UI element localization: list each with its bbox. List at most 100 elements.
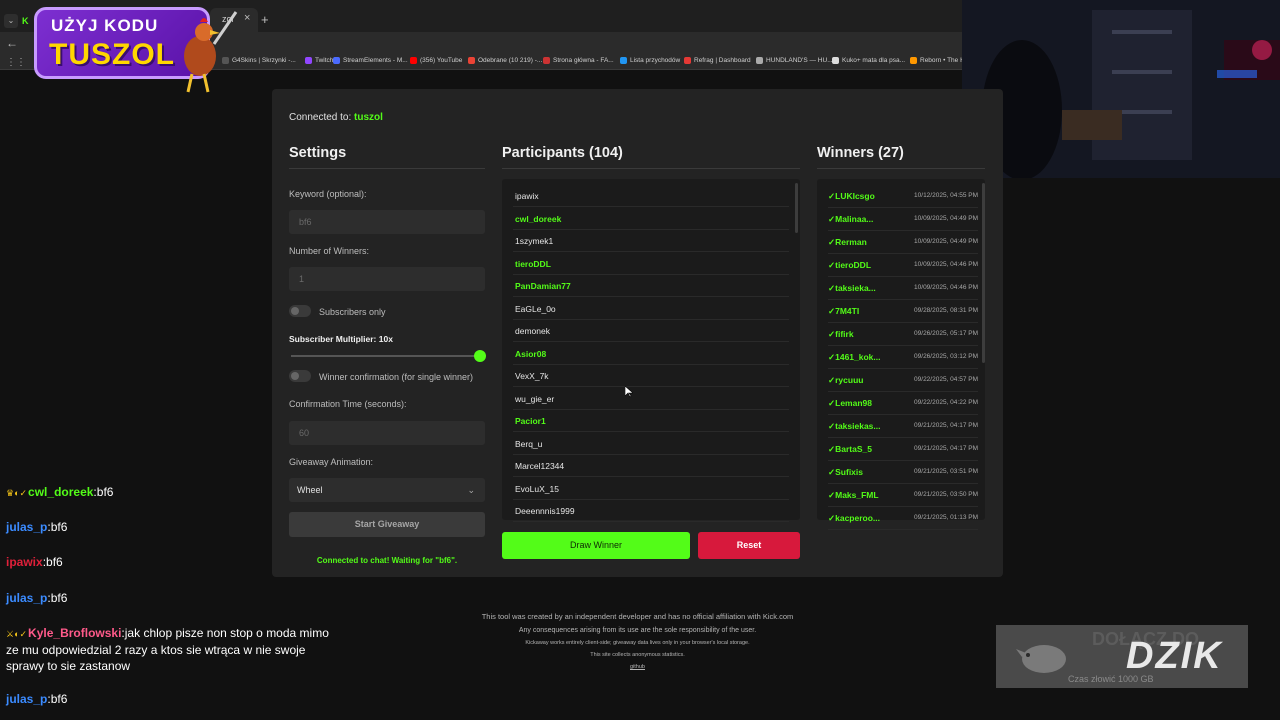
promo-line-1: UŻYJ KODU <box>51 16 159 35</box>
winner-date: 09/26/2025, 03:12 PM <box>914 353 978 360</box>
winner-date: 10/09/2025, 04:46 PM <box>914 284 978 291</box>
bookmark-item[interactable]: Strona główna - FA... <box>543 57 614 64</box>
chat-username[interactable]: julas_p <box>6 520 47 534</box>
chat-text: bf6 <box>46 555 63 569</box>
webcam-feed <box>962 0 1280 178</box>
participants-scrollbar[interactable] <box>795 183 798 233</box>
chat-message: ⚔◐✓Kyle_Broflowski:jak chlop pisze non s… <box>6 625 336 674</box>
bookmark-label: Refrag | Dashboard <box>694 57 751 64</box>
webcam-scene-image <box>962 0 1280 178</box>
new-tab-button[interactable]: + <box>261 12 269 27</box>
participants-title: Participants (104) <box>502 145 623 161</box>
participant-row[interactable]: tieroDDL <box>513 253 789 275</box>
reset-button[interactable]: Reset <box>698 532 800 559</box>
winner-row[interactable]: ✓Malinaa... 10/09/2025, 04:49 PM <box>828 208 978 231</box>
participant-row[interactable]: 1szymek1 <box>513 230 789 252</box>
winner-confirmation-toggle[interactable] <box>289 370 311 382</box>
winners-count-input[interactable]: 1 <box>289 267 485 291</box>
winner-name: ✓7M4TI <box>828 306 860 316</box>
participant-row[interactable]: Pacior1 <box>513 410 789 432</box>
bookmark-item[interactable]: StreamElements - M... <box>333 57 408 64</box>
bookmark-favicon-icon <box>410 57 417 64</box>
participant-row[interactable]: Deeennnis1999 <box>513 500 789 522</box>
participant-row[interactable]: Berq_u <box>513 433 789 455</box>
bookmark-item[interactable]: Kuko+ mata dla psa... <box>832 57 905 64</box>
winner-row[interactable]: ✓Rerman 10/09/2025, 04:49 PM <box>828 231 978 254</box>
bookmark-label: Kuko+ mata dla psa... <box>842 57 906 64</box>
chat-message: julas_p:bf6 <box>6 691 266 707</box>
multiplier-slider-thumb[interactable] <box>474 350 486 362</box>
winner-row[interactable]: ✓tieroDDL 10/09/2025, 04:46 PM <box>828 254 978 277</box>
chat-message: ♛◐✓cwl_doreek:bf6 <box>6 484 266 501</box>
tab-menu-button[interactable]: ⌄ <box>4 14 18 28</box>
winner-date: 09/21/2025, 04:17 PM <box>914 422 978 429</box>
animation-label: Giveaway Animation: <box>289 457 374 467</box>
chat-username[interactable]: julas_p <box>6 692 47 706</box>
sponsor-logo-text: DZIK <box>1126 635 1223 677</box>
winner-row[interactable]: ✓7M4TI 09/28/2025, 08:31 PM <box>828 300 978 323</box>
winner-row[interactable]: ✓taksiekas... 09/21/2025, 04:17 PM <box>828 415 978 438</box>
winner-row[interactable]: ✓Sufixis 09/21/2025, 03:51 PM <box>828 461 978 484</box>
confirmation-time-label: Confirmation Time (seconds): <box>289 399 407 409</box>
participant-row[interactable]: PanDamian77 <box>513 275 789 297</box>
github-link[interactable]: github <box>272 664 1003 670</box>
confirmation-time-input[interactable]: 60 <box>289 421 485 445</box>
winner-row[interactable]: ✓Maks_FML 09/21/2025, 03:50 PM <box>828 484 978 507</box>
winner-name: ✓LUKIcsgo <box>828 191 875 201</box>
participant-row[interactable]: demonek <box>513 320 789 342</box>
participant-row[interactable]: EvoLuX_15 <box>513 478 789 500</box>
participant-row[interactable]: VexX_7k <box>513 365 789 387</box>
participant-row[interactable]: Asior08 <box>513 343 789 365</box>
participant-row[interactable]: wu_gie_er <box>513 388 789 410</box>
subscriber-multiplier-label: Subscriber Multiplier: 10x <box>289 334 393 344</box>
animation-selected-value: Wheel <box>297 485 323 495</box>
participant-row[interactable]: EaGLe_0o <box>513 298 789 320</box>
bookmark-item[interactable]: Refrag | Dashboard <box>684 57 751 64</box>
participant-row[interactable]: Marcel12344 <box>513 455 789 477</box>
draw-winner-button[interactable]: Draw Winner <box>502 532 690 559</box>
winner-row[interactable]: ✓1461_kok... 09/26/2025, 03:12 PM <box>828 346 978 369</box>
apps-grid-icon[interactable]: ⋮⋮ <box>6 57 26 68</box>
participant-row[interactable]: cwl_doreek <box>513 208 789 230</box>
back-arrow-icon[interactable]: ← <box>6 36 18 50</box>
animation-select[interactable]: Wheel ⌄ <box>289 478 485 502</box>
winner-row[interactable]: ✓rycuuu 09/22/2025, 04:57 PM <box>828 369 978 392</box>
bookmark-favicon-icon <box>832 57 839 64</box>
winner-name: ✓Rerman <box>828 237 867 247</box>
kick-tab-icon[interactable]: K <box>22 16 29 26</box>
participant-row[interactable]: ipawix <box>513 185 789 207</box>
bookmark-item[interactable]: Lista przychodów <box>620 57 680 64</box>
keyword-input[interactable]: bf6 <box>289 210 485 234</box>
rooster-mascot-icon <box>184 11 238 93</box>
multiplier-slider-track[interactable] <box>291 355 479 357</box>
bookmark-label: Strona główna - FA... <box>553 57 614 64</box>
winner-date: 09/26/2025, 05:17 PM <box>914 330 978 337</box>
subscribers-only-toggle[interactable] <box>289 305 311 317</box>
bookmark-label: (356) YouTube <box>420 57 463 64</box>
chat-username[interactable]: ipawix <box>6 555 43 569</box>
chat-username[interactable]: cwl_doreek <box>28 485 93 499</box>
sponsor-tagline: Czas złowić 1000 GB <box>1068 674 1154 684</box>
bookmark-item[interactable]: HUNDLAND'S — HU... <box>756 57 833 64</box>
chat-username[interactable]: julas_p <box>6 591 47 605</box>
tab-close-icon[interactable]: × <box>244 12 250 24</box>
bookmark-item[interactable]: (356) YouTube <box>410 57 462 64</box>
winner-row[interactable]: ✓kacperoo... 09/21/2025, 01:13 PM <box>828 507 978 530</box>
bookmark-item[interactable]: Twitch <box>305 57 333 64</box>
winner-date: 10/09/2025, 04:49 PM <box>914 215 978 222</box>
chat-username[interactable]: Kyle_Broflowski <box>28 626 121 640</box>
winner-row[interactable]: ✓Leman98 09/22/2025, 04:22 PM <box>828 392 978 415</box>
winner-row[interactable]: ✓LUKIcsgo 10/12/2025, 04:55 PM <box>828 185 978 208</box>
settings-title: Settings <box>289 145 347 161</box>
bookmark-label: Odebrane (10 219) -... <box>478 57 543 64</box>
winner-name: ✓BartaS_5 <box>828 444 872 454</box>
bookmark-item[interactable]: Odebrane (10 219) -... <box>468 57 542 64</box>
winner-name: ✓1461_kok... <box>828 352 881 362</box>
winner-row[interactable]: ✓taksieka... 10/09/2025, 04:46 PM <box>828 277 978 300</box>
winner-row[interactable]: ✓BartaS_5 09/21/2025, 04:17 PM <box>828 438 978 461</box>
footer-storage-note: Kickaway works entirely client-side; giv… <box>525 640 750 646</box>
winners-scrollbar[interactable] <box>982 183 985 363</box>
winners-count-label: Number of Winners: <box>289 246 370 256</box>
winner-row[interactable]: ✓fifirk 09/26/2025, 05:17 PM <box>828 323 978 346</box>
start-giveaway-button[interactable]: Start Giveaway <box>289 512 485 537</box>
